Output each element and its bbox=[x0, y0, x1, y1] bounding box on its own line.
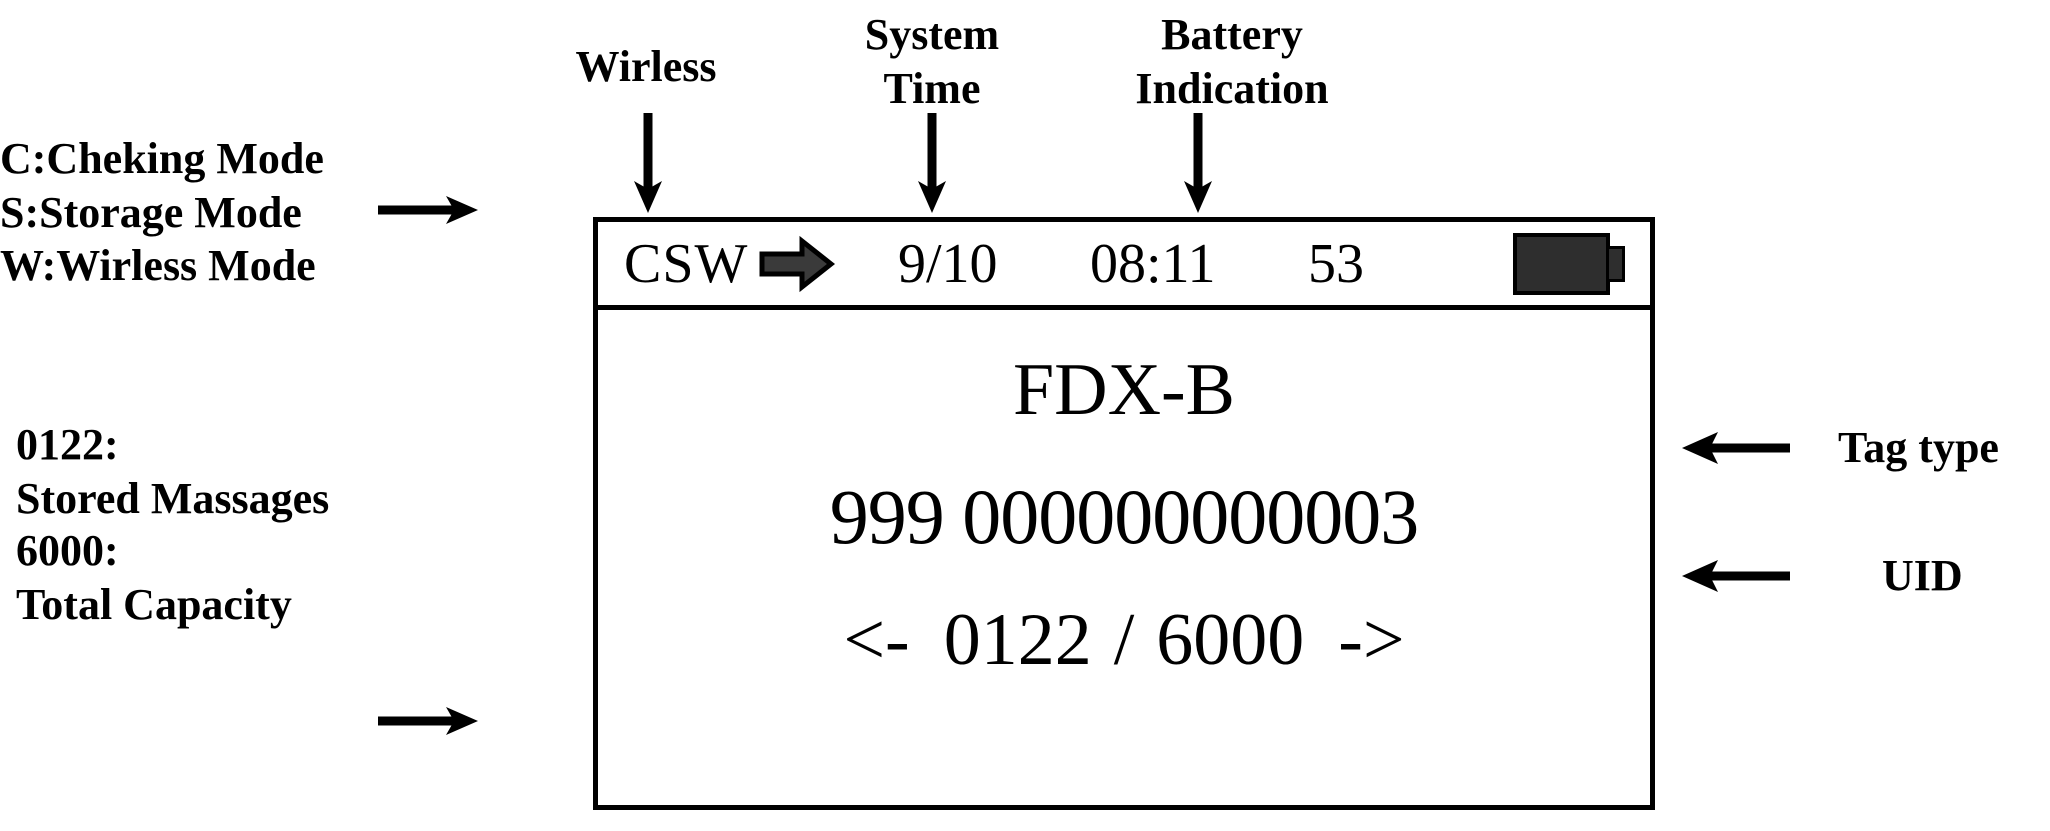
pager-next-button[interactable]: -> bbox=[1338, 599, 1404, 681]
annotation-battery: Battery Indication bbox=[1135, 10, 1329, 113]
annotation-arrow-tag-type bbox=[1682, 432, 1790, 464]
screenshot-canvas: Wirless System Time Battery Indication C… bbox=[0, 0, 2050, 831]
status-time: 08:11 bbox=[1090, 232, 1216, 295]
pager-separator: / bbox=[1113, 599, 1135, 681]
annotation-total-capacity: 6000: Total Capacity bbox=[16, 526, 292, 629]
annotation-uid: UID bbox=[1882, 551, 1963, 600]
annotation-system-time: System Time bbox=[864, 10, 1000, 113]
annotation-wireless: Wirless bbox=[575, 42, 717, 91]
battery-cap bbox=[1609, 245, 1625, 282]
status-bar: CSW 9/10 08:11 53 bbox=[598, 222, 1650, 310]
mode-indicator-group: CSW bbox=[624, 232, 836, 296]
device-screen: CSW 9/10 08:11 53 FDX-B 999 000000000003… bbox=[593, 217, 1655, 810]
annotation-mode-legend: C:Cheking Mode S:Storage Mode W:Wirless … bbox=[0, 134, 324, 291]
pager-current: 0122 bbox=[943, 599, 1092, 681]
annotation-arrow-battery bbox=[1184, 113, 1212, 213]
status-date: 9/10 bbox=[898, 232, 998, 295]
uid-value: 999 000000000003 bbox=[829, 473, 1420, 560]
battery-body bbox=[1513, 232, 1610, 295]
annotation-arrow-system-time bbox=[918, 113, 946, 213]
lcd-body: FDX-B 999 000000000003 <- 0122 / 6000 -> bbox=[598, 310, 1650, 805]
mode-indicator: CSW bbox=[624, 232, 749, 295]
annotation-arrow-capacity bbox=[378, 707, 478, 735]
annotation-arrow-wireless bbox=[634, 113, 662, 213]
annotation-arrow-uid bbox=[1682, 560, 1790, 592]
annotation-stored-messages: 0122: Stored Massages bbox=[16, 420, 330, 523]
arrow-right-icon bbox=[759, 235, 836, 292]
pager-prev-button[interactable]: <- bbox=[843, 599, 909, 681]
tag-type-value: FDX-B bbox=[1012, 349, 1236, 431]
record-pager: <- 0122 / 6000 -> bbox=[598, 598, 1650, 683]
battery-full-icon bbox=[1513, 232, 1625, 295]
status-count: 53 bbox=[1308, 232, 1364, 295]
annotation-tag-type: Tag type bbox=[1838, 423, 1999, 472]
annotation-arrow-mode bbox=[378, 196, 478, 224]
pager-total: 6000 bbox=[1156, 599, 1305, 681]
